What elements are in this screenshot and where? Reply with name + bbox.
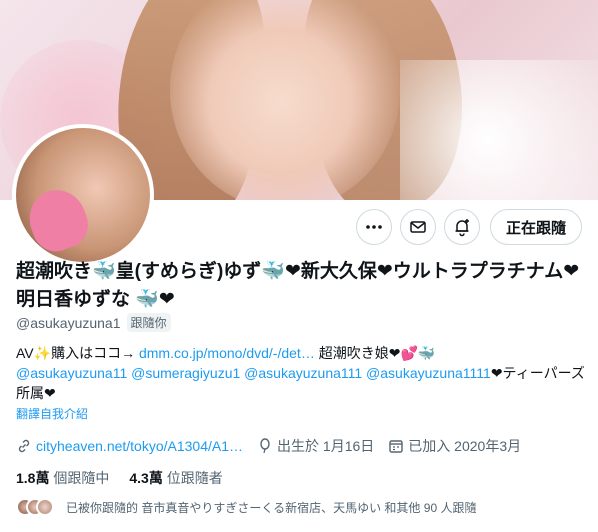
bio-line-2: @asukayuzuna11 @sumeragiyuzu1 @asukayuzu…: [16, 363, 586, 403]
handle-row: @asukayuzuna1 跟隨你: [16, 313, 171, 332]
followers-count: 4.3萬: [129, 470, 163, 486]
mini-avatar: [36, 498, 54, 516]
bio-mentions[interactable]: @asukayuzuna11 @sumeragiyuzu1 @asukayuzu…: [16, 365, 491, 381]
banner-sheet: [400, 60, 598, 200]
joined-item: 已加入 2020年3月: [388, 436, 521, 456]
message-button[interactable]: [400, 209, 436, 245]
display-name: 超潮吹き🐳皇(すめらぎ)ゆず🐳❤新大久保❤ウルトラプラチナム❤明日香ゆずな 🐳❤: [16, 261, 580, 310]
banner-face: [170, 0, 400, 200]
calendar-icon: [389, 440, 403, 453]
bio-text: AV✨購入はココ→: [16, 345, 139, 361]
bio: AV✨購入はココ→ dmm.co.jp/mono/dvd/-/det… 超潮吹き…: [16, 343, 586, 403]
following-button[interactable]: 正在跟隨: [490, 209, 582, 245]
link-icon: [18, 439, 30, 453]
following-count: 1.8萬: [16, 470, 50, 486]
following-label: 個跟隨中: [53, 470, 110, 486]
birthday-item: 出生於 1月16日: [257, 436, 374, 456]
birthday-text: 出生於 1月16日: [277, 438, 375, 454]
profile-avatar[interactable]: [12, 124, 154, 266]
bell-plus-icon: [455, 219, 469, 237]
notifications-button[interactable]: [444, 209, 480, 245]
follows-you-badge: 跟隨你: [126, 313, 171, 332]
translate-bio-link[interactable]: 翻譯自我介紹: [16, 405, 88, 422]
follow-counts: 1.8萬 個跟隨中 4.3萬 位跟隨者: [16, 468, 223, 488]
more-icon: [366, 225, 382, 229]
username: @asukayuzuna1: [16, 314, 121, 331]
followed-by-text: 已被你跟隨的 音市真音やりすぎさーくる新宿店、天馬ゆい 和其他 90 人跟隨: [66, 500, 477, 515]
bio-link[interactable]: dmm.co.jp/mono/dvd/-/det…: [139, 345, 315, 361]
followers-label: 位跟隨者: [166, 470, 223, 486]
joined-text: 已加入 2020年3月: [408, 438, 522, 454]
balloon-icon: [260, 438, 270, 454]
followed-by-row[interactable]: 已被你跟隨的 音市真音やりすぎさーくる新宿店、天馬ゆい 和其他 90 人跟隨: [16, 498, 476, 516]
followers-link[interactable]: 4.3萬 位跟隨者: [129, 468, 222, 488]
bio-text-suffix: 超潮吹き娘❤💕🐳: [314, 345, 436, 361]
website-item[interactable]: cityheaven.net/tokyo/A1304/A1…: [16, 438, 243, 454]
profile-meta: cityheaven.net/tokyo/A1304/A1… 出生於 1月16日…: [16, 436, 521, 456]
website-link[interactable]: cityheaven.net/tokyo/A1304/A1…: [36, 438, 243, 454]
bio-line-1: AV✨購入はココ→ dmm.co.jp/mono/dvd/-/det… 超潮吹き…: [16, 343, 586, 363]
avatar-heart-prop: [21, 182, 95, 258]
following-link[interactable]: 1.8萬 個跟隨中: [16, 468, 109, 488]
followed-by-avatars: [16, 498, 58, 516]
mail-icon: [410, 221, 426, 233]
more-options-button[interactable]: [356, 209, 392, 245]
